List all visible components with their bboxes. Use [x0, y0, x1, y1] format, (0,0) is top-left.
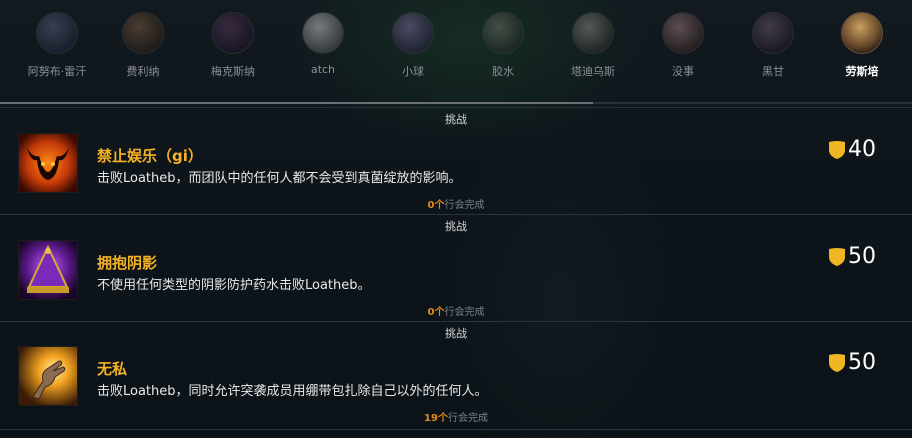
- boss-portrait: [572, 12, 614, 54]
- achievement-description: 击败Loatheb，而团队中的任何人都不会受到真菌绽放的影响。: [97, 171, 462, 186]
- category-label: 挑战: [445, 327, 467, 340]
- boss-tab[interactable]: 小球: [377, 12, 449, 79]
- category-label: 挑战: [445, 220, 467, 233]
- shield-icon: [829, 353, 845, 372]
- boss-tab[interactable]: 阿努布·雷汗: [21, 12, 93, 79]
- points-value: 40: [848, 137, 876, 162]
- boss-portrait: [302, 12, 344, 54]
- boss-tab[interactable]: 胶水: [467, 12, 539, 79]
- boss-tab-active[interactable]: 劳斯培: [826, 12, 898, 79]
- achievement-title: 拥抱阴影: [97, 254, 158, 272]
- boss-portrait: [122, 12, 164, 54]
- achievement-title: 无私: [97, 360, 128, 378]
- completed-label: 行会完成: [444, 307, 485, 318]
- achievement-points: 50: [828, 244, 876, 269]
- boss-portrait: [662, 12, 704, 54]
- achievement-row[interactable]: 拥抱阴影 不使用任何类型的阴影防护药水击败Loatheb。 50 0个行会完成: [0, 240, 912, 330]
- boss-portrait: [212, 12, 254, 54]
- achievement-row[interactable]: 禁止娱乐（gi） 击败Loatheb，而团队中的任何人都不会受到真菌绽放的影响。…: [0, 133, 912, 223]
- completed-label: 行会完成: [444, 200, 485, 211]
- boss-name: 小球: [402, 65, 424, 78]
- guild-completed: 0个行会完成: [0, 303, 912, 318]
- boss-tab[interactable]: atch: [287, 12, 359, 76]
- shield-icon: [829, 140, 845, 159]
- boss-name: 塔迪乌斯: [571, 65, 615, 78]
- scroll-progress-fill: [0, 102, 593, 104]
- boss-portrait: [752, 12, 794, 54]
- achievement-row[interactable]: 无私 击败Loatheb，同时允许突袭成员用绷带包扎除自己以外的任何人。 50 …: [0, 346, 912, 436]
- shield-icon: [829, 247, 845, 266]
- bull-head-icon: [18, 133, 78, 193]
- divider: [0, 321, 912, 322]
- completed-count: 0个: [427, 307, 445, 318]
- boss-portrait: [841, 12, 883, 54]
- points-value: 50: [848, 350, 876, 375]
- boss-name: 阿努布·雷汗: [27, 65, 87, 78]
- divider: [0, 429, 912, 430]
- boss-portrait: [482, 12, 524, 54]
- boss-tab[interactable]: 塔迪乌斯: [557, 12, 629, 79]
- guild-completed: 19个行会完成: [0, 409, 912, 424]
- achievement-description: 击败Loatheb，同时允许突袭成员用绷带包扎除自己以外的任何人。: [97, 384, 488, 399]
- achievement-points: 40: [828, 137, 876, 162]
- boss-name: 胶水: [492, 65, 514, 78]
- boss-portrait: [36, 12, 78, 54]
- boss-tab[interactable]: 费利纳: [107, 12, 179, 79]
- boss-tab[interactable]: 梅克斯纳: [197, 12, 269, 79]
- boss-name: 费利纳: [126, 65, 160, 78]
- achievement-points: 50: [828, 350, 876, 375]
- completed-count: 0个: [427, 200, 445, 211]
- completed-count: 19个: [424, 413, 448, 424]
- boss-portrait: [392, 12, 434, 54]
- completed-label: 行会完成: [447, 413, 488, 424]
- purple-pyramid-icon: [18, 240, 78, 300]
- boss-name: 没事: [672, 65, 694, 78]
- divider: [0, 214, 912, 215]
- guild-completed: 0个行会完成: [0, 196, 912, 211]
- glowing-hand-icon: [18, 346, 78, 406]
- scroll-progress-track[interactable]: [0, 102, 912, 104]
- points-value: 50: [848, 244, 876, 269]
- category-label: 挑战: [445, 113, 467, 126]
- boss-name: 梅克斯纳: [211, 65, 255, 78]
- achievement-description: 不使用任何类型的阴影防护药水击败Loatheb。: [97, 278, 371, 293]
- achievement-title: 禁止娱乐（gi）: [97, 147, 203, 165]
- divider: [0, 107, 912, 108]
- boss-tab[interactable]: 黑甘: [737, 12, 809, 79]
- boss-name: atch: [310, 63, 336, 76]
- boss-name: 黑甘: [762, 65, 784, 78]
- boss-selector: 阿努布·雷汗 费利纳 梅克斯纳 atch 小球 胶水 塔迪乌斯 没事 黑甘 劳斯…: [0, 0, 912, 100]
- boss-tab[interactable]: 没事: [647, 12, 719, 79]
- boss-name: 劳斯培: [845, 65, 879, 78]
